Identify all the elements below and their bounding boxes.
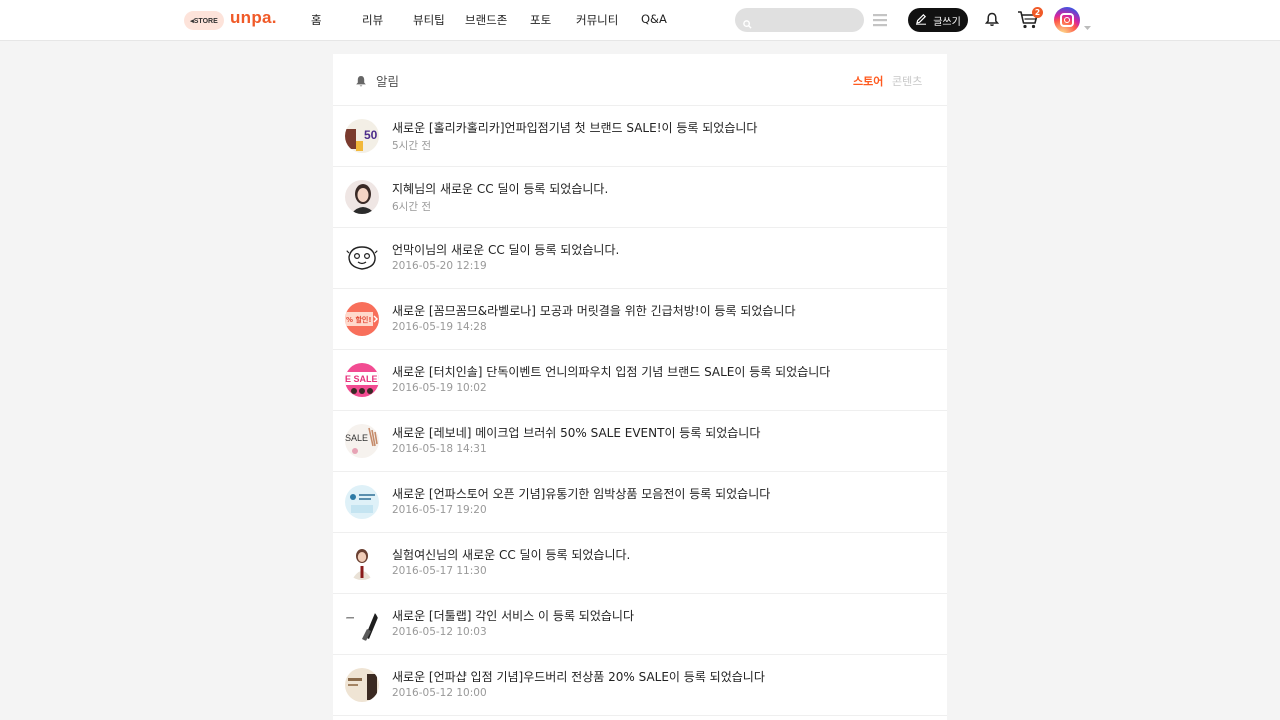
profile-avatar[interactable] xyxy=(1054,7,1080,33)
notification-message: 새로운 [레보네] 메이크업 브러쉬 50% SALE EVENT이 등록 되었… xyxy=(392,426,761,440)
notification-item[interactable]: 지혜님의 새로운 CC 딜이 등록 되었습니다. 6시간 전 xyxy=(333,167,947,228)
notification-time: 2016-05-20 12:19 xyxy=(392,260,487,272)
notification-header: 알림 스토어 콘텐츠 xyxy=(333,54,947,106)
write-label: 글쓰기 xyxy=(933,16,961,28)
notification-time: 2016-05-17 11:30 xyxy=(392,565,487,577)
nav-beauty-tip[interactable]: 뷰티팁 xyxy=(413,12,445,28)
notification-thumbnail: SALE xyxy=(345,424,379,458)
notification-message: 새로운 [더툴랩] 각인 서비스 이 등록 되었습니다 xyxy=(392,609,635,623)
notification-time: 2016-05-12 10:00 xyxy=(392,687,487,699)
search-box[interactable] xyxy=(735,8,864,32)
notification-thumbnail xyxy=(345,546,379,580)
notification-thumbnail: E SALE 3 xyxy=(345,363,379,397)
unpa-logo[interactable]: unpa. xyxy=(230,8,277,28)
notification-time: 2016-05-19 14:28 xyxy=(392,321,487,333)
nav-home[interactable]: 홈 xyxy=(311,12,322,28)
nav-brand-zone[interactable]: 브랜드존 xyxy=(465,12,507,28)
notification-thumbnail xyxy=(345,241,379,275)
notification-time: 5시간 전 xyxy=(392,140,431,152)
bell-icon xyxy=(355,73,367,92)
nav-review[interactable]: 리뷰 xyxy=(362,12,383,28)
cart-count-badge: 2 xyxy=(1032,7,1043,18)
notification-message: 새로운 [꼼므꼼므&라벨로나] 모공과 머릿결을 위한 긴급처방!이 등록 되었… xyxy=(392,304,796,318)
tab-store[interactable]: 스토어 xyxy=(853,73,883,89)
pencil-icon xyxy=(915,13,927,28)
notification-title: 알림 xyxy=(376,74,400,89)
notification-message: 새로운 [언파샵 입점 기념]우드버리 전상품 20% SALE이 등록 되었습… xyxy=(392,670,765,684)
store-label: ◂STORE xyxy=(190,17,218,25)
notification-message: 새로운 [터치인솔] 단독이벤트 언니의파우치 입점 기념 브랜드 SALE이 … xyxy=(392,365,831,379)
notification-message: 지혜님의 새로운 CC 딜이 등록 되었습니다. xyxy=(392,182,609,196)
tab-content[interactable]: 콘텐츠 xyxy=(892,73,922,89)
notification-thumbnail xyxy=(345,607,379,641)
notification-item[interactable]: 언막이님의 새로운 CC 딜이 등록 되었습니다. 2016-05-20 12:… xyxy=(333,228,947,289)
logo-text: unpa. xyxy=(230,8,277,27)
search-icon xyxy=(743,14,752,33)
notification-thumbnail xyxy=(345,485,379,519)
thumb-text: 50 xyxy=(364,128,378,142)
notification-item[interactable]: 50 새로운 [홀리카홀리카]언파입점기념 첫 브랜드 SALE!이 등록 되었… xyxy=(333,106,947,167)
write-button[interactable]: 글쓰기 xyxy=(908,8,968,32)
notification-message: 언막이님의 새로운 CC 딜이 등록 되었습니다. xyxy=(392,243,620,257)
search-input[interactable] xyxy=(755,10,855,30)
notification-item[interactable]: 새로운 [언파스토어 오픈 기념]유통기한 임박상품 모음전이 등록 되었습니다… xyxy=(333,472,947,533)
chevron-down-icon[interactable] xyxy=(1084,16,1091,35)
notification-time: 2016-05-19 10:02 xyxy=(392,382,487,394)
nav-community[interactable]: 커뮤니티 xyxy=(576,12,618,28)
notification-thumbnail: % 할인! xyxy=(345,302,379,336)
thumb-text: E SALE 3 xyxy=(345,374,379,384)
bell-icon[interactable] xyxy=(984,12,1000,31)
notification-message: 실험여신님의 새로운 CC 딜이 등록 되었습니다. xyxy=(392,548,631,562)
notification-message: 새로운 [언파스토어 오픈 기념]유통기한 임박상품 모음전이 등록 되었습니다 xyxy=(392,487,771,501)
notification-item[interactable]: 새로운 [언파샵 입점 기념]우드버리 전상품 20% SALE이 등록 되었습… xyxy=(333,655,947,716)
notification-time: 2016-05-12 10:03 xyxy=(392,626,487,638)
notification-time: 6시간 전 xyxy=(392,201,431,213)
notification-thumbnail xyxy=(345,180,379,214)
notification-time: 2016-05-18 14:31 xyxy=(392,443,487,455)
notification-thumbnail xyxy=(345,668,379,702)
nav-photo[interactable]: 포토 xyxy=(530,12,551,28)
store-button[interactable]: ◂STORE xyxy=(184,11,224,30)
notification-item[interactable]: % 할인! 새로운 [꼼므꼼므&라벨로나] 모공과 머릿결을 위한 긴급처방!이… xyxy=(333,289,947,350)
top-navigation-bar: ◂STORE unpa. 홈 리뷰 뷰티팁 브랜드존 포토 커뮤니티 Q&A 글… xyxy=(0,0,1280,41)
notification-item[interactable]: 실험여신님의 새로운 CC 딜이 등록 되었습니다. 2016-05-17 11… xyxy=(333,533,947,594)
instagram-icon xyxy=(1060,13,1074,27)
notification-message: 새로운 [홀리카홀리카]언파입점기념 첫 브랜드 SALE!이 등록 되었습니다 xyxy=(392,121,758,135)
notification-item[interactable]: E SALE 3 새로운 [터치인솔] 단독이벤트 언니의파우치 입점 기념 브… xyxy=(333,350,947,411)
notification-panel: 알림 스토어 콘텐츠 50 새로운 [홀리카홀리카]언파입점기념 첫 브랜드 S… xyxy=(333,54,947,720)
menu-icon[interactable] xyxy=(873,12,887,31)
thumb-text: % 할인! xyxy=(346,315,372,324)
thumb-text: SALE xyxy=(345,433,368,443)
nav-qna[interactable]: Q&A xyxy=(641,12,667,26)
notification-thumbnail: 50 xyxy=(345,119,379,153)
notification-item[interactable]: 새로운 [더툴랩] 각인 서비스 이 등록 되었습니다 2016-05-12 1… xyxy=(333,594,947,655)
notification-item[interactable]: SALE 새로운 [레보네] 메이크업 브러쉬 50% SALE EVENT이 … xyxy=(333,411,947,472)
notification-time: 2016-05-17 19:20 xyxy=(392,504,487,516)
